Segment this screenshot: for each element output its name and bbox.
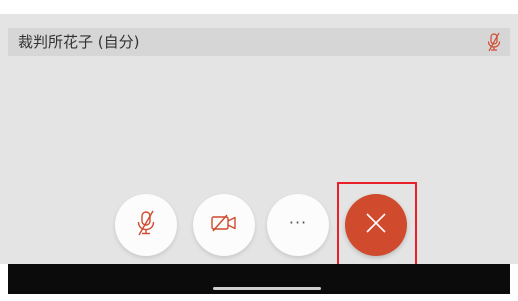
video-off-icon xyxy=(209,211,239,239)
mic-muted-icon xyxy=(132,209,160,241)
mute-button[interactable] xyxy=(115,194,177,256)
call-controls: ··· xyxy=(0,190,518,262)
video-toggle-button[interactable] xyxy=(193,194,255,256)
close-icon xyxy=(362,209,390,241)
hang-up-button[interactable] xyxy=(345,194,407,256)
mic-muted-icon xyxy=(484,32,504,52)
bottom-margin xyxy=(0,294,518,301)
home-indicator[interactable] xyxy=(213,287,321,290)
participant-name-bar: 裁判所花子 (自分) xyxy=(8,28,510,56)
top-strip xyxy=(0,0,518,14)
more-icon: ··· xyxy=(288,213,308,232)
more-options-button[interactable]: ··· xyxy=(267,194,329,256)
bottom-bar xyxy=(8,264,510,294)
participant-name: 裁判所花子 (自分) xyxy=(18,33,140,51)
